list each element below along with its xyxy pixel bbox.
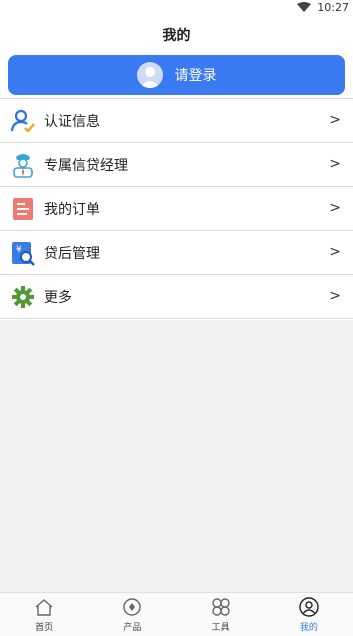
status-bar: 10:27: [0, 0, 353, 14]
nav-label: 首页: [35, 623, 54, 633]
verify-icon: [10, 108, 36, 134]
chevron-right-icon: >: [329, 200, 341, 216]
bottom-nav: 首页 产品 工具 我的: [0, 592, 353, 636]
product-icon: [121, 596, 143, 618]
menu-item-more[interactable]: 更多 >: [0, 275, 353, 319]
profile-icon: [298, 596, 320, 618]
nav-label: 工具: [211, 623, 230, 633]
manager-icon: [10, 152, 36, 178]
user-avatar-icon: [136, 62, 163, 88]
menu-item-orders[interactable]: 我的订单 >: [0, 187, 353, 231]
menu-label: 贷后管理: [44, 245, 100, 262]
chevron-right-icon: >: [329, 156, 341, 172]
menu-label: 认证信息: [44, 113, 100, 130]
nav-products[interactable]: 产品: [88, 593, 176, 636]
menu-label: 我的订单: [44, 201, 100, 218]
tools-icon: [210, 596, 232, 618]
gear-icon: [10, 284, 36, 310]
menu-item-verify[interactable]: 认证信息 >: [0, 99, 353, 143]
page-title: 我的: [162, 28, 191, 44]
chevron-right-icon: >: [329, 244, 341, 260]
menu-label: 更多: [44, 289, 72, 306]
chevron-right-icon: >: [329, 112, 341, 128]
login-button[interactable]: 请登录: [8, 55, 345, 95]
login-label: 请登录: [174, 68, 217, 84]
svg-text:¥: ¥: [16, 245, 22, 255]
status-right: 10:27: [297, 0, 349, 14]
nav-label: 我的: [299, 623, 318, 633]
menu-label: 专属信贷经理: [44, 157, 128, 174]
order-icon: [10, 196, 36, 222]
header: 我的 请登录: [0, 14, 353, 98]
nav-profile[interactable]: 我的: [265, 593, 353, 636]
wifi-icon: [297, 1, 312, 12]
profile-menu: 认证信息 > 专属信贷经理 > 我的订单 > ¥ 贷后管理 > 更多 >: [0, 98, 353, 320]
home-icon: [33, 596, 55, 618]
nav-label: 产品: [123, 623, 142, 633]
menu-item-loan-manage[interactable]: ¥ 贷后管理 >: [0, 231, 353, 275]
nav-home[interactable]: 首页: [0, 593, 88, 636]
chevron-right-icon: >: [329, 288, 341, 304]
nav-tools[interactable]: 工具: [177, 593, 265, 636]
loan-manage-icon: ¥: [10, 240, 36, 266]
status-time: 10:27: [317, 0, 349, 14]
menu-item-manager[interactable]: 专属信贷经理 >: [0, 143, 353, 187]
